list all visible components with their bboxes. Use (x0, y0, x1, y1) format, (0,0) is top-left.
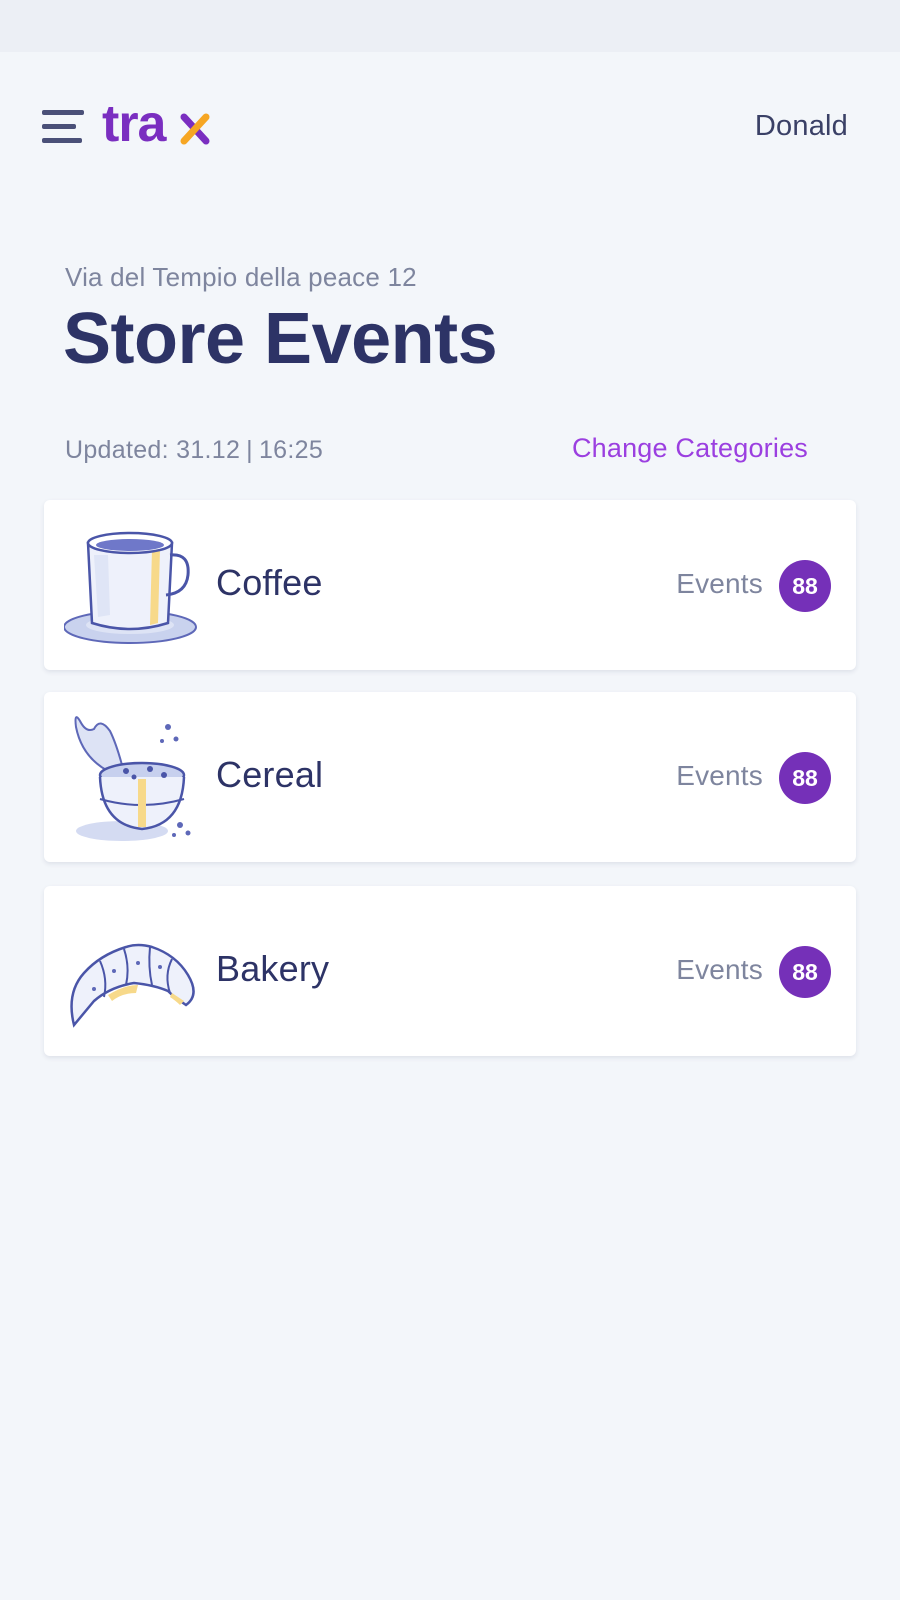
top-bar: tra Donald (0, 52, 900, 202)
category-card-bakery[interactable]: Bakery Events 88 (44, 886, 856, 1056)
category-name: Bakery (216, 948, 330, 989)
updated-time: 16:25 (258, 436, 324, 464)
category-card-coffee[interactable]: Coffee Events 88 (44, 500, 856, 670)
category-name: Coffee (216, 562, 323, 603)
trax-logo: tra (102, 92, 212, 156)
menu-button[interactable] (38, 106, 90, 150)
cereal-bowl-icon (64, 707, 204, 847)
change-categories-link[interactable]: Change Categories (572, 433, 808, 464)
status-bar (0, 0, 900, 52)
category-name: Cereal (216, 754, 324, 795)
events-count-badge: 88 (779, 560, 831, 612)
events-count-badge: 88 (779, 752, 831, 804)
svg-text:tra: tra (102, 95, 168, 153)
store-address: Via del Tempio della peace 12 (65, 262, 417, 292)
updated-date: Updated: 31.12 (65, 436, 241, 464)
events-label: Events (676, 760, 763, 791)
events-label: Events (676, 568, 763, 599)
page-title: Store Events (63, 299, 498, 379)
category-card-cereal[interactable]: Cereal Events 88 (44, 692, 856, 862)
events-label: Events (676, 954, 763, 985)
user-name[interactable]: Donald (755, 110, 848, 143)
hamburger-menu-icon (38, 106, 90, 150)
events-count-badge: 88 (779, 946, 831, 998)
updated-timestamp: Updated: 31.12 | 16:25 (65, 436, 323, 465)
updated-separator: | (246, 436, 253, 464)
coffee-cup-icon (64, 515, 204, 655)
croissant-icon (64, 901, 204, 1041)
